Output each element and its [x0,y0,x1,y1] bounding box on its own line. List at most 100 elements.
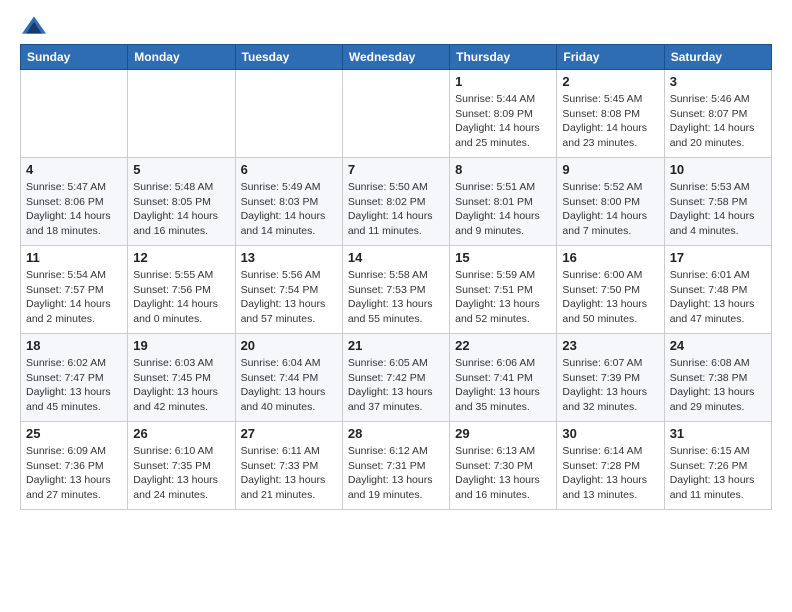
calendar-cell: 28 Sunrise: 6:12 AMSunset: 7:31 PMDayligh… [342,422,449,510]
day-info: Sunrise: 6:12 AMSunset: 7:31 PMDaylight:… [348,444,444,503]
day-of-week-header: Sunday [21,45,128,70]
day-number: 31 [670,426,766,441]
day-number: 1 [455,74,551,89]
day-info: Sunrise: 5:44 AMSunset: 8:09 PMDaylight:… [455,92,551,151]
calendar-week-row: 4 Sunrise: 5:47 AMSunset: 8:06 PMDaylight… [21,158,772,246]
day-info: Sunrise: 5:53 AMSunset: 7:58 PMDaylight:… [670,180,766,239]
day-info: Sunrise: 6:08 AMSunset: 7:38 PMDaylight:… [670,356,766,415]
logo-icon [22,16,46,34]
day-number: 29 [455,426,551,441]
day-info: Sunrise: 6:03 AMSunset: 7:45 PMDaylight:… [133,356,229,415]
calendar-cell: 2 Sunrise: 5:45 AMSunset: 8:08 PMDaylight… [557,70,664,158]
day-info: Sunrise: 6:05 AMSunset: 7:42 PMDaylight:… [348,356,444,415]
page-header [20,16,772,34]
calendar-cell: 27Sunrise: 6:11 AMSunset: 7:33 PMDayligh… [235,422,342,510]
day-of-week-header: Wednesday [342,45,449,70]
day-info: Sunrise: 6:07 AMSunset: 7:39 PMDaylight:… [562,356,658,415]
calendar-cell: 24 Sunrise: 6:08 AMSunset: 7:38 PMDayligh… [664,334,771,422]
calendar-cell: 11 Sunrise: 5:54 AMSunset: 7:57 PMDayligh… [21,246,128,334]
calendar-week-row: 18 Sunrise: 6:02 AMSunset: 7:47 PMDayligh… [21,334,772,422]
day-info: Sunrise: 6:01 AMSunset: 7:48 PMDaylight:… [670,268,766,327]
day-info: Sunrise: 5:50 AMSunset: 8:02 PMDaylight:… [348,180,444,239]
calendar-cell: 20Sunrise: 6:04 AMSunset: 7:44 PMDayligh… [235,334,342,422]
day-number: 9 [562,162,658,177]
day-info: Sunrise: 6:02 AMSunset: 7:47 PMDaylight:… [26,356,122,415]
calendar-cell: 7Sunrise: 5:50 AMSunset: 8:02 PMDaylight… [342,158,449,246]
day-number: 4 [26,162,122,177]
day-info: Sunrise: 5:51 AMSunset: 8:01 PMDaylight:… [455,180,551,239]
day-number: 17 [670,250,766,265]
day-info: Sunrise: 6:06 AMSunset: 7:41 PMDaylight:… [455,356,551,415]
day-number: 26 [133,426,229,441]
day-of-week-header: Friday [557,45,664,70]
day-info: Sunrise: 5:49 AMSunset: 8:03 PMDaylight:… [241,180,337,239]
day-info: Sunrise: 5:59 AMSunset: 7:51 PMDaylight:… [455,268,551,327]
calendar-cell: 25 Sunrise: 6:09 AMSunset: 7:36 PMDayligh… [21,422,128,510]
day-info: Sunrise: 6:09 AMSunset: 7:36 PMDaylight:… [26,444,122,503]
day-info: Sunrise: 5:58 AMSunset: 7:53 PMDaylight:… [348,268,444,327]
day-number: 18 [26,338,122,353]
day-number: 10 [670,162,766,177]
day-number: 30 [562,426,658,441]
calendar-cell: 18 Sunrise: 6:02 AMSunset: 7:47 PMDayligh… [21,334,128,422]
day-of-week-header: Thursday [450,45,557,70]
day-info: Sunrise: 5:47 AMSunset: 8:06 PMDaylight:… [26,180,122,239]
day-number: 25 [26,426,122,441]
calendar-cell: 31 Sunrise: 6:15 AMSunset: 7:26 PMDayligh… [664,422,771,510]
day-number: 27 [241,426,337,441]
day-info: Sunrise: 5:55 AMSunset: 7:56 PMDaylight:… [133,268,229,327]
day-number: 6 [241,162,337,177]
day-number: 21 [348,338,444,353]
logo [20,16,48,34]
calendar-cell: 23 Sunrise: 6:07 AMSunset: 7:39 PMDayligh… [557,334,664,422]
calendar-cell: 16Sunrise: 6:00 AMSunset: 7:50 PMDayligh… [557,246,664,334]
calendar-cell: 17 Sunrise: 6:01 AMSunset: 7:48 PMDayligh… [664,246,771,334]
calendar-week-row: 11 Sunrise: 5:54 AMSunset: 7:57 PMDayligh… [21,246,772,334]
day-of-week-header: Tuesday [235,45,342,70]
day-number: 20 [241,338,337,353]
day-info: Sunrise: 6:15 AMSunset: 7:26 PMDaylight:… [670,444,766,503]
day-info: Sunrise: 5:52 AMSunset: 8:00 PMDaylight:… [562,180,658,239]
calendar-cell: 22 Sunrise: 6:06 AMSunset: 7:41 PMDayligh… [450,334,557,422]
calendar-cell [21,70,128,158]
day-info: Sunrise: 5:56 AMSunset: 7:54 PMDaylight:… [241,268,337,327]
day-number: 12 [133,250,229,265]
day-number: 28 [348,426,444,441]
day-number: 2 [562,74,658,89]
calendar-header-row: SundayMondayTuesdayWednesdayThursdayFrid… [21,45,772,70]
day-number: 13 [241,250,337,265]
day-number: 14 [348,250,444,265]
day-info: Sunrise: 5:45 AMSunset: 8:08 PMDaylight:… [562,92,658,151]
calendar-cell: 29 Sunrise: 6:13 AMSunset: 7:30 PMDayligh… [450,422,557,510]
day-info: Sunrise: 6:13 AMSunset: 7:30 PMDaylight:… [455,444,551,503]
calendar-week-row: 1 Sunrise: 5:44 AMSunset: 8:09 PMDaylight… [21,70,772,158]
day-info: Sunrise: 6:10 AMSunset: 7:35 PMDaylight:… [133,444,229,503]
calendar-cell: 6 Sunrise: 5:49 AMSunset: 8:03 PMDaylight… [235,158,342,246]
day-info: Sunrise: 5:54 AMSunset: 7:57 PMDaylight:… [26,268,122,327]
day-number: 15 [455,250,551,265]
calendar-cell [235,70,342,158]
calendar-cell: 12 Sunrise: 5:55 AMSunset: 7:56 PMDayligh… [128,246,235,334]
calendar-cell: 19 Sunrise: 6:03 AMSunset: 7:45 PMDayligh… [128,334,235,422]
day-info: Sunrise: 5:48 AMSunset: 8:05 PMDaylight:… [133,180,229,239]
day-of-week-header: Saturday [664,45,771,70]
day-number: 19 [133,338,229,353]
calendar-cell [128,70,235,158]
calendar-week-row: 25 Sunrise: 6:09 AMSunset: 7:36 PMDayligh… [21,422,772,510]
calendar-cell: 5Sunrise: 5:48 AMSunset: 8:05 PMDaylight… [128,158,235,246]
day-info: Sunrise: 5:46 AMSunset: 8:07 PMDaylight:… [670,92,766,151]
day-number: 3 [670,74,766,89]
calendar-cell: 3 Sunrise: 5:46 AMSunset: 8:07 PMDaylight… [664,70,771,158]
calendar-cell: 15 Sunrise: 5:59 AMSunset: 7:51 PMDayligh… [450,246,557,334]
calendar-cell: 9 Sunrise: 5:52 AMSunset: 8:00 PMDaylight… [557,158,664,246]
calendar-table: SundayMondayTuesdayWednesdayThursdayFrid… [20,44,772,510]
day-number: 23 [562,338,658,353]
calendar-cell: 26 Sunrise: 6:10 AMSunset: 7:35 PMDayligh… [128,422,235,510]
calendar-cell: 10 Sunrise: 5:53 AMSunset: 7:58 PMDayligh… [664,158,771,246]
calendar-cell: 21 Sunrise: 6:05 AMSunset: 7:42 PMDayligh… [342,334,449,422]
day-number: 24 [670,338,766,353]
day-number: 22 [455,338,551,353]
day-number: 11 [26,250,122,265]
calendar-cell: 1 Sunrise: 5:44 AMSunset: 8:09 PMDaylight… [450,70,557,158]
calendar-cell: 14 Sunrise: 5:58 AMSunset: 7:53 PMDayligh… [342,246,449,334]
